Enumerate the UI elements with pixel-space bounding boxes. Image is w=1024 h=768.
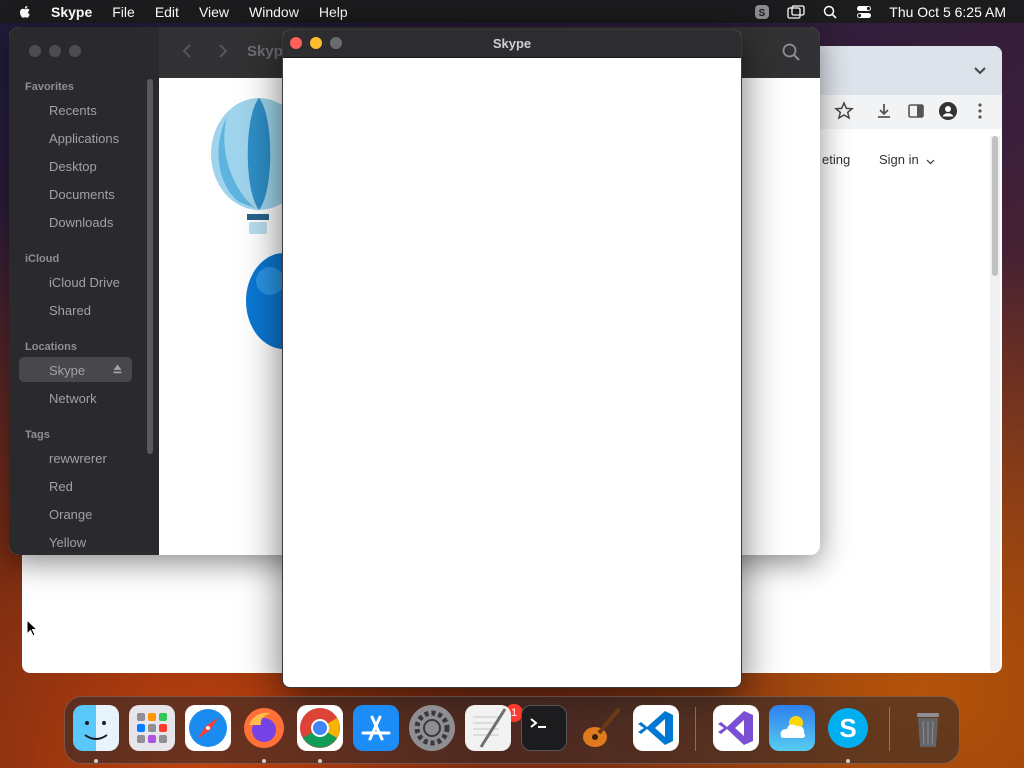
sidebar-tag-rewwrerer[interactable]: rewwrerer (49, 451, 107, 466)
svg-text:S: S (759, 8, 766, 19)
sidebar-tag-orange[interactable]: Orange (49, 507, 92, 522)
download-icon[interactable] (874, 101, 894, 121)
skype-window: Skype (282, 29, 742, 688)
sidebar-heading-tags: Tags (25, 429, 50, 441)
skype-title-bar[interactable]: Skype (283, 30, 741, 58)
menu-app-name[interactable]: Skype (51, 4, 92, 20)
vscode-icon (638, 711, 673, 745)
firefox-icon (244, 708, 284, 748)
sidebar-item-skype-volume[interactable]: Skype (49, 363, 85, 378)
sidebar-item-applications[interactable]: Applications (49, 131, 119, 146)
sidebar-tag-yellow[interactable]: Yellow (49, 535, 86, 550)
menu-file[interactable]: File (112, 4, 135, 20)
finder-search-icon[interactable] (781, 42, 801, 62)
page-scrollbar-thumb[interactable] (992, 136, 998, 276)
mouse-cursor-icon (26, 619, 38, 637)
search-icon[interactable] (821, 4, 839, 20)
terminal-prompt-icon (530, 718, 546, 728)
dock-terminal[interactable] (521, 705, 567, 751)
dock-app-store[interactable] (353, 705, 399, 751)
finder-sidebar: Favorites Recents Applications Desktop D… (9, 27, 159, 555)
sidebar-item-recents[interactable]: Recents (49, 103, 97, 118)
trash-icon (917, 713, 939, 747)
dock-vscode[interactable] (633, 705, 679, 751)
control-center-icon[interactable] (855, 4, 873, 20)
dock: 1 S (64, 696, 960, 764)
eject-icon[interactable] (113, 364, 122, 374)
dock-textedit[interactable] (465, 705, 511, 751)
side-panel-icon[interactable] (906, 101, 926, 121)
textedit-pen-icon (473, 708, 507, 748)
launchpad-grid-icon (137, 713, 167, 743)
dock-separator-trash (889, 707, 890, 751)
dock-firefox[interactable] (241, 705, 287, 751)
finder-minimize-button[interactable] (49, 45, 61, 57)
dock-finder[interactable] (73, 705, 119, 751)
menu-window[interactable]: Window (249, 4, 299, 20)
dock-visual-studio[interactable] (713, 705, 759, 751)
sidebar-item-icloud-drive[interactable]: iCloud Drive (49, 275, 120, 290)
back-arrow-icon[interactable] (181, 43, 193, 59)
dock-weather[interactable] (769, 705, 815, 751)
menu-view[interactable]: View (199, 4, 229, 20)
sidebar-heading-icloud: iCloud (25, 253, 60, 265)
sidebar-item-documents[interactable]: Documents (49, 187, 115, 202)
sidebar-scrollbar[interactable] (147, 79, 153, 454)
app-store-icon (361, 715, 391, 741)
sign-in-chevron-icon (926, 159, 935, 165)
screen-mirroring-icon[interactable] (787, 4, 805, 20)
site-nav-partial-link[interactable]: eting (822, 152, 850, 167)
chrome-icon (300, 708, 340, 748)
svg-text:S: S (839, 713, 856, 743)
sidebar-item-desktop[interactable]: Desktop (49, 159, 97, 174)
dock-trash[interactable] (905, 705, 951, 751)
dock-launchpad[interactable] (129, 705, 175, 751)
menu-edit[interactable]: Edit (155, 4, 179, 20)
menu-clock[interactable]: Thu Oct 5 6:25 AM (889, 4, 1006, 20)
finder-face-icon (84, 721, 108, 740)
dock-system-settings[interactable] (409, 705, 455, 751)
more-menu-icon[interactable] (970, 101, 990, 121)
weather-cloud-icon (780, 716, 806, 738)
balloon-installer-graphic (211, 98, 289, 234)
bookmark-star-icon[interactable] (834, 101, 854, 121)
sidebar-item-shared[interactable]: Shared (49, 303, 91, 318)
skype-icon: S (828, 708, 868, 748)
finder-window-title: Skyp (247, 43, 283, 60)
skype-status-icon[interactable]: S (753, 4, 771, 20)
dock-safari[interactable] (185, 705, 231, 751)
sidebar-tag-red[interactable]: Red (49, 479, 73, 494)
sidebar-item-network[interactable]: Network (49, 391, 97, 406)
apple-icon[interactable] (17, 4, 33, 20)
sidebar-heading-favorites: Favorites (25, 81, 74, 93)
sign-in-link[interactable]: Sign in (879, 152, 919, 167)
dock-skype[interactable]: S (825, 705, 871, 751)
skype-window-title: Skype (492, 36, 532, 51)
menu-help[interactable]: Help (319, 4, 348, 20)
gear-icon (414, 710, 450, 746)
profile-icon[interactable] (938, 101, 958, 121)
visual-studio-icon (718, 711, 753, 745)
sidebar-item-downloads[interactable]: Downloads (49, 215, 113, 230)
forward-arrow-icon[interactable] (217, 43, 229, 59)
dock-garageband[interactable] (577, 705, 623, 751)
tab-search-chevron-icon[interactable] (974, 66, 986, 76)
dock-chrome[interactable] (297, 705, 343, 751)
menu-bar: Skype File Edit View Window Help S Thu O… (0, 0, 1024, 23)
finder-close-button[interactable] (29, 45, 41, 57)
finder-zoom-button[interactable] (69, 45, 81, 57)
sidebar-heading-locations: Locations (25, 341, 77, 353)
safari-compass-icon (189, 709, 227, 747)
guitar-icon (583, 707, 621, 747)
dock-separator (695, 707, 696, 751)
